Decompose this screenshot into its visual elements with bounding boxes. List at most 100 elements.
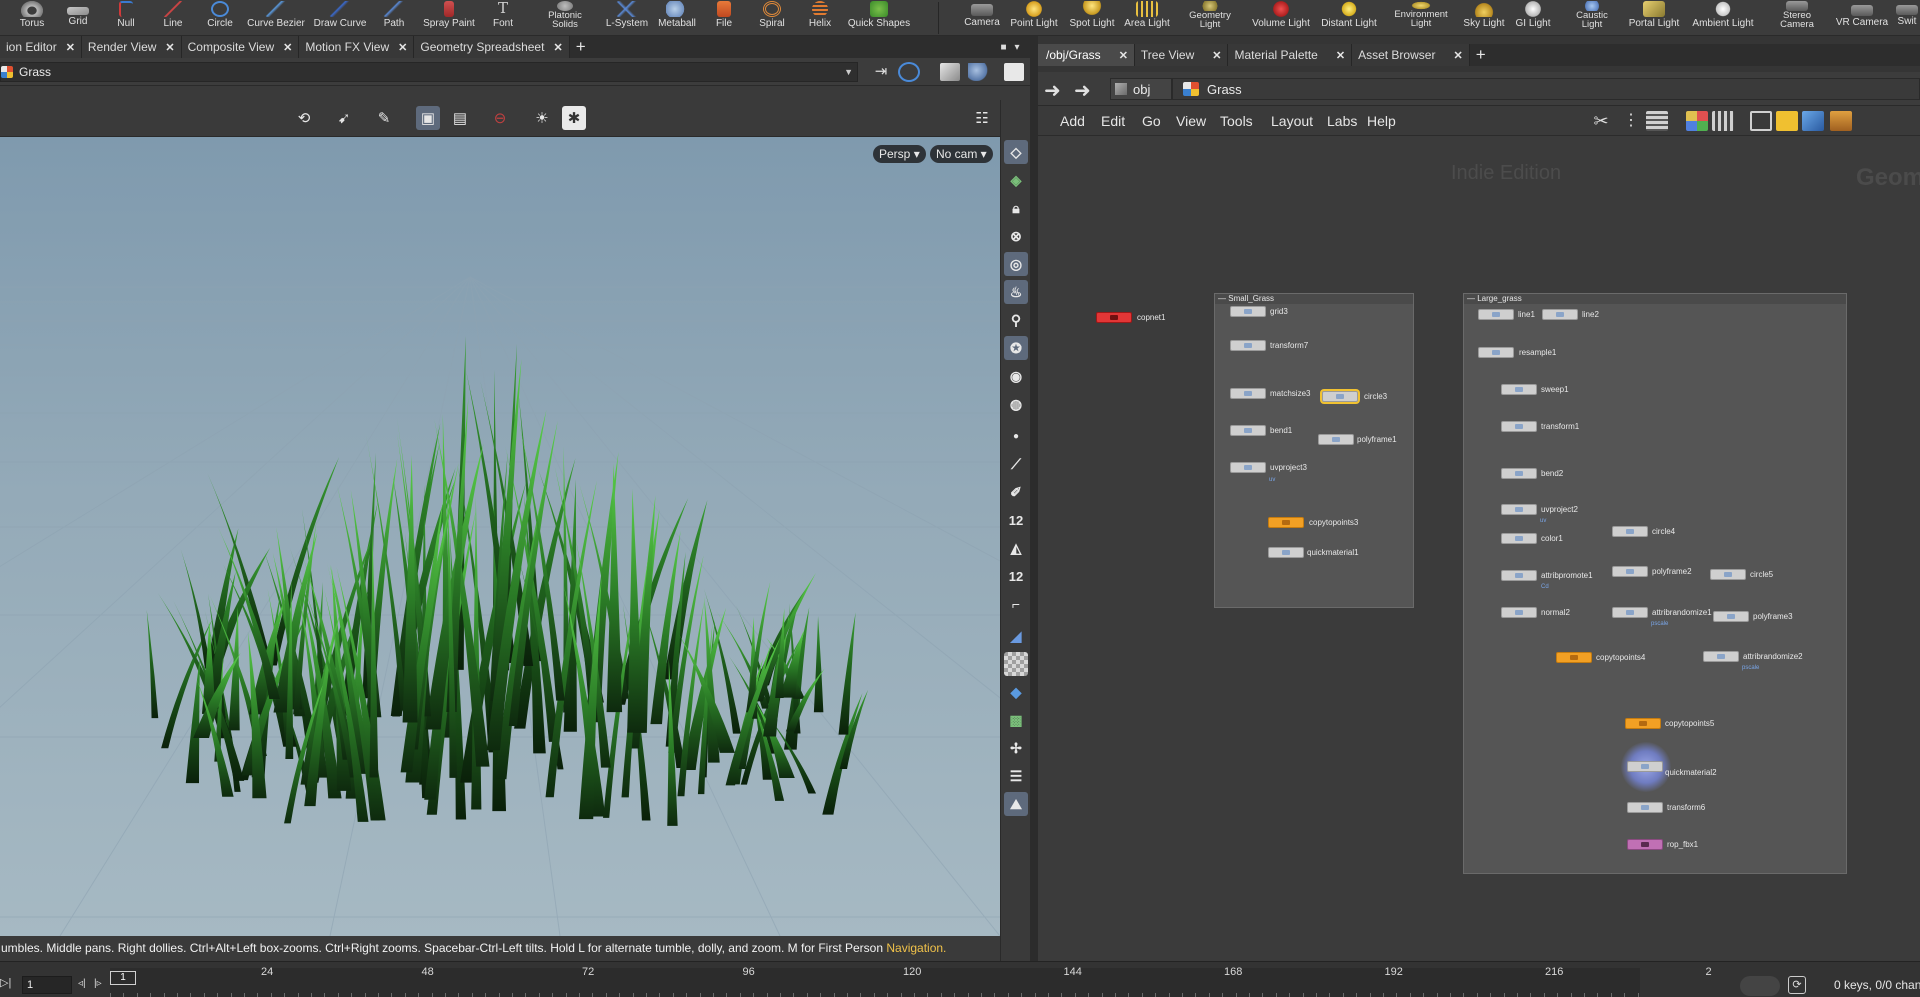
node-copytopoints5[interactable] (1625, 718, 1661, 729)
node-line1[interactable] (1478, 309, 1514, 320)
eye-visibility-icon[interactable]: ◍ (1004, 392, 1028, 416)
layers-icon[interactable]: ☰ (1004, 764, 1028, 788)
menu-go[interactable]: Go (1142, 106, 1161, 136)
distant-light-tool[interactable]: Distant Light (1318, 0, 1380, 36)
timeline-track[interactable]: 1 24 48 72 96 120 144 168 192 216 2 (110, 966, 1712, 997)
chevron-down-icon[interactable]: ▾ (1015, 42, 1020, 53)
vr-camera-tool[interactable]: VR Camera (1834, 0, 1890, 36)
sky-light-tool[interactable]: Sky Light (1460, 0, 1508, 36)
menu-layout[interactable]: Layout (1271, 106, 1313, 136)
font-tool[interactable]: T Font (485, 0, 521, 36)
handle-icon[interactable]: ✎ (372, 106, 396, 130)
camera-tool[interactable]: Camera (962, 0, 1002, 36)
file-tool[interactable]: File (706, 0, 742, 36)
back-arrow-icon[interactable]: ➜ (1044, 78, 1061, 103)
shaded-prim-icon[interactable]: ◢ (1004, 624, 1028, 648)
line-tool[interactable]: Line (155, 0, 191, 36)
step-back-icon[interactable]: ◃| (78, 978, 86, 989)
close-icon[interactable]: ✕ (398, 41, 407, 54)
environment-light-tool[interactable]: Environment Light (1386, 0, 1456, 36)
checker-icon[interactable] (1004, 652, 1028, 676)
pane-menu[interactable]: ■ ▾ (990, 36, 1030, 58)
node-sweep1[interactable] (1501, 384, 1537, 395)
network-box-title[interactable]: — Large_grass (1464, 294, 1846, 304)
pane-divider[interactable] (1030, 36, 1038, 961)
network-box-title[interactable]: — Small_Grass (1215, 294, 1413, 304)
node-attribrandomize2[interactable] (1703, 651, 1739, 662)
paint-bucket-icon[interactable]: ◭ (1004, 536, 1028, 560)
color-palette-icon[interactable] (1686, 111, 1708, 131)
node-bend1[interactable] (1230, 425, 1266, 436)
close-icon[interactable]: ✕ (1336, 49, 1345, 62)
point-icon[interactable]: ● (1004, 424, 1028, 448)
menu-view[interactable]: View (1176, 106, 1206, 136)
geometry-light-tool[interactable]: Geometry Light (1180, 0, 1240, 36)
spray-paint-tool[interactable]: Spray Paint (418, 0, 480, 36)
list-view-icon[interactable] (1646, 111, 1668, 131)
caustic-light-tool[interactable]: Caustic Light (1566, 0, 1618, 36)
tab-composition-editor[interactable]: ion Editor ✕ (0, 36, 82, 58)
prim-numbers-icon[interactable]: 12 (1004, 564, 1028, 588)
circle-tool[interactable]: Circle (202, 0, 238, 36)
close-icon[interactable]: ✕ (1212, 49, 1221, 62)
node-attribrandomize1[interactable] (1612, 607, 1648, 618)
tab-material-palette[interactable]: Material Palette ✕ (1228, 44, 1353, 66)
ambient-light-tool[interactable]: Ambient Light (1688, 0, 1758, 36)
node-color1[interactable] (1501, 533, 1537, 544)
forward-arrow-icon[interactable]: ➜ (1074, 78, 1091, 103)
node-bend2[interactable] (1501, 468, 1537, 479)
close-icon[interactable]: ✕ (66, 41, 75, 54)
helix-tool[interactable]: Helix (800, 0, 840, 36)
camera-view-icon[interactable]: ▣ (416, 106, 440, 130)
node-attribpromote1[interactable] (1501, 570, 1537, 581)
step-forward-icon[interactable]: |▹ (94, 978, 102, 989)
menu-help[interactable]: Help (1367, 106, 1396, 136)
node-circle4[interactable] (1612, 526, 1648, 537)
node-grid3[interactable] (1230, 306, 1266, 317)
node-transform1[interactable] (1501, 421, 1537, 432)
3d-viewport[interactable]: Persp ▾ No cam ▾ (0, 137, 1000, 936)
node-copytopoints3[interactable] (1268, 517, 1304, 528)
quick-shapes-tool[interactable]: Quick Shapes (846, 0, 912, 36)
tab-composite-view[interactable]: Composite View ✕ (181, 36, 300, 58)
spiral-tool[interactable]: Spiral (752, 0, 792, 36)
switcher-tool[interactable]: Swit (1894, 0, 1920, 36)
volume-light-tool[interactable]: Volume Light (1250, 0, 1312, 36)
menu-edit[interactable]: Edit (1101, 106, 1125, 136)
display-settings-icon[interactable]: ☷ (970, 106, 994, 130)
node-matchsize3[interactable] (1230, 388, 1266, 399)
tab-motion-fx-view[interactable]: Motion FX View ✕ (299, 36, 415, 58)
pin-icon[interactable]: ⇥ (870, 62, 892, 82)
lock-icon[interactable]: 🔒︎ (1004, 196, 1028, 220)
point-numbers-icon[interactable]: 12 (1004, 508, 1028, 532)
pen-icon[interactable]: ✐ (1004, 480, 1028, 504)
torus-tool[interactable]: Torus (14, 0, 50, 36)
path-tool[interactable]: Path (376, 0, 412, 36)
node-circle3[interactable] (1322, 391, 1358, 402)
tab-obj-grass[interactable]: /obj/Grass ✕ (1038, 44, 1135, 66)
playhead-marker[interactable]: 1 (110, 971, 136, 985)
node-polyframe1[interactable] (1318, 434, 1354, 445)
menu-labs[interactable]: Labs (1327, 106, 1357, 136)
node-transform6[interactable] (1627, 802, 1663, 813)
area-light-tool[interactable]: Area Light (1122, 0, 1172, 36)
path-node-crumb[interactable]: Grass (1172, 78, 1920, 100)
portal-light-tool[interactable]: Portal Light (1624, 0, 1684, 36)
node-polyframe3[interactable] (1713, 611, 1749, 622)
curve-bezier-tool[interactable]: Curve Bezier (246, 0, 306, 36)
node-polyframe2[interactable] (1612, 566, 1648, 577)
view-menu-badge[interactable]: Persp ▾ (873, 145, 926, 163)
point-light-toggle-icon[interactable]: ♨ (1004, 280, 1028, 304)
close-icon[interactable]: ✕ (1453, 49, 1462, 62)
play-controls[interactable]: ▷| (0, 976, 11, 989)
close-camera-icon[interactable]: ⊗ (1004, 224, 1028, 248)
node-resample1[interactable] (1478, 347, 1514, 358)
tree-layout-icon[interactable]: ⋮ (1620, 111, 1642, 131)
add-tab-button[interactable]: + (1470, 44, 1492, 66)
link-icon[interactable] (898, 62, 920, 82)
lights-toggle-icon[interactable]: ◎ (1004, 252, 1028, 276)
camera-menu-badge[interactable]: No cam ▾ (930, 145, 993, 163)
cube-icon[interactable] (940, 63, 960, 81)
soccer-ball-icon[interactable]: ✪ (1004, 336, 1028, 360)
null-tool[interactable]: Null (108, 0, 144, 36)
